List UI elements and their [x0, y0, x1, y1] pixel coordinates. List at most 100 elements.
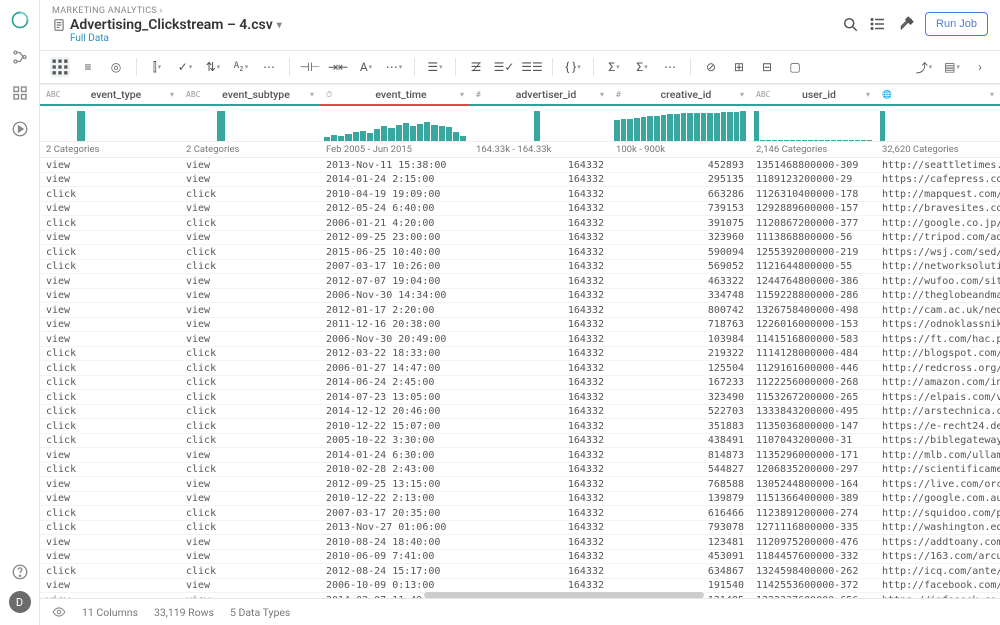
cell[interactable]: view	[40, 448, 180, 463]
cell[interactable]: 2007-03-17 20:35:00	[320, 506, 470, 521]
cell[interactable]: view	[180, 303, 320, 318]
cell[interactable]: 164332	[470, 448, 610, 463]
cell[interactable]: 634867	[610, 564, 750, 579]
cell[interactable]: http://icq.com/ante/ve	[876, 564, 1000, 579]
cell[interactable]: 1114128000000-484	[750, 347, 876, 362]
cell[interactable]: view	[40, 202, 180, 217]
cell[interactable]: http://facebook.com/be	[876, 579, 1000, 594]
cell[interactable]: 323490	[610, 390, 750, 405]
cell[interactable]: https://163.com/arcu.j	[876, 550, 1000, 565]
format-text-button[interactable]: A▾	[356, 57, 376, 77]
cell[interactable]: 164332	[470, 579, 610, 594]
cell[interactable]: click	[40, 376, 180, 391]
cell[interactable]: click	[180, 564, 320, 579]
cell[interactable]: https://e-recht24.de/e	[876, 419, 1000, 434]
chevron-down-icon[interactable]: ▾	[170, 90, 174, 99]
cell[interactable]: https://ft.com/hac.png	[876, 332, 1000, 347]
cell[interactable]: http://mapquest.com/au	[876, 187, 1000, 202]
cell[interactable]: 2012-01-17 2:20:00	[320, 303, 470, 318]
cell[interactable]: http://wufoo.com/sit/a	[876, 274, 1000, 289]
column-header[interactable]: #creative_id▾	[610, 84, 750, 106]
cell[interactable]: 351883	[610, 419, 750, 434]
eye-icon[interactable]	[52, 605, 66, 619]
cell[interactable]: 164332	[470, 434, 610, 449]
cell[interactable]: https://wsj.com/sed/la	[876, 245, 1000, 260]
grid-view-button[interactable]	[50, 57, 70, 77]
cell[interactable]: http://seattletimes.co	[876, 158, 1000, 173]
column-histogram[interactable]	[40, 106, 180, 142]
dataset-link[interactable]: Full Data	[70, 33, 841, 44]
cell[interactable]: view	[180, 173, 320, 188]
cell[interactable]: 2015-06-25 10:40:00	[320, 245, 470, 260]
breadcrumb[interactable]: MARKETING ANALYTICS ›	[52, 6, 841, 16]
cell[interactable]: view	[40, 492, 180, 507]
cell[interactable]: http://arstechnica.com	[876, 405, 1000, 420]
cell[interactable]: 164332	[470, 376, 610, 391]
cell[interactable]: view	[40, 477, 180, 492]
cell[interactable]: http://google.co.jp/rh	[876, 216, 1000, 231]
cell[interactable]: 1159228800000-286	[750, 289, 876, 304]
cell[interactable]: 2012-05-24 6:40:00	[320, 202, 470, 217]
cell[interactable]: view	[180, 274, 320, 289]
cell[interactable]: 2014-12-12 20:46:00	[320, 405, 470, 420]
cell[interactable]: click	[180, 506, 320, 521]
cell[interactable]: click	[40, 463, 180, 478]
cell[interactable]: 125504	[610, 361, 750, 376]
column-name[interactable]: creative_id	[636, 88, 736, 101]
cell[interactable]: 164332	[470, 506, 610, 521]
cell[interactable]: 1122256000000-268	[750, 376, 876, 391]
cell[interactable]: 800742	[610, 303, 750, 318]
column-histogram[interactable]	[750, 106, 876, 142]
lookup-button[interactable]: ▢	[785, 57, 805, 77]
chevron-down-icon[interactable]: ▾	[310, 90, 314, 99]
cell[interactable]: 1226016000000-153	[750, 318, 876, 333]
cell[interactable]: 123481	[610, 535, 750, 550]
cell[interactable]: 164332	[470, 216, 610, 231]
cell[interactable]: view	[40, 303, 180, 318]
cell[interactable]: 1142553600000-372	[750, 579, 876, 594]
cell[interactable]: 139879	[610, 492, 750, 507]
cell[interactable]: 164332	[470, 564, 610, 579]
column-header[interactable]: #advertiser_id▾	[470, 84, 610, 106]
cell[interactable]: 2010-12-22 2:13:00	[320, 492, 470, 507]
cell[interactable]: 295135	[610, 173, 750, 188]
cell[interactable]: http://mlb.com/ullamco	[876, 448, 1000, 463]
count-button[interactable]: Σ▾	[632, 57, 652, 77]
cell[interactable]: 1123891200000-274	[750, 506, 876, 521]
cell[interactable]: 544827	[610, 463, 750, 478]
cell[interactable]: 2006-Nov-30 20:49:00	[320, 332, 470, 347]
cell[interactable]: view	[40, 158, 180, 173]
cell[interactable]: 191540	[610, 579, 750, 594]
run-job-button[interactable]: Run Job	[925, 12, 988, 36]
more-tool[interactable]: ⋯	[259, 57, 279, 77]
cell[interactable]: 164332	[470, 347, 610, 362]
cell[interactable]: view	[40, 231, 180, 246]
cell[interactable]: 616466	[610, 506, 750, 521]
cell[interactable]: https://addtoany.com/v	[876, 535, 1000, 550]
user-avatar[interactable]: D	[9, 591, 31, 613]
cell[interactable]: click	[40, 434, 180, 449]
cell[interactable]: 1333843200000-495	[750, 405, 876, 420]
cell[interactable]: click	[180, 245, 320, 260]
cell[interactable]: 167233	[610, 376, 750, 391]
cell[interactable]: 2014-06-24 2:45:00	[320, 376, 470, 391]
cell[interactable]: 103984	[610, 332, 750, 347]
cell[interactable]: http://redcross.org/ut	[876, 361, 1000, 376]
cell[interactable]: 164332	[470, 492, 610, 507]
cell[interactable]: http://scientificameri	[876, 463, 1000, 478]
cell[interactable]: 1107043200000-31	[750, 434, 876, 449]
cell[interactable]: 1206835200000-297	[750, 463, 876, 478]
cell[interactable]: 2010-06-09 7:41:00	[320, 550, 470, 565]
cell[interactable]: click	[40, 521, 180, 536]
cell[interactable]: view	[40, 535, 180, 550]
cell[interactable]: view	[180, 202, 320, 217]
cell[interactable]: click	[180, 347, 320, 362]
join-button[interactable]: ⊘	[701, 57, 721, 77]
cell[interactable]: 2010-12-22 15:07:00	[320, 419, 470, 434]
cell[interactable]: 1271116800000-335	[750, 521, 876, 536]
cell[interactable]: 814873	[610, 448, 750, 463]
check-tool[interactable]: ✓▾	[175, 57, 195, 77]
cell[interactable]: 1135036800000-147	[750, 419, 876, 434]
type-tool[interactable]: Az▾	[231, 57, 251, 77]
column-header[interactable]: ABCevent_type▾	[40, 84, 180, 106]
